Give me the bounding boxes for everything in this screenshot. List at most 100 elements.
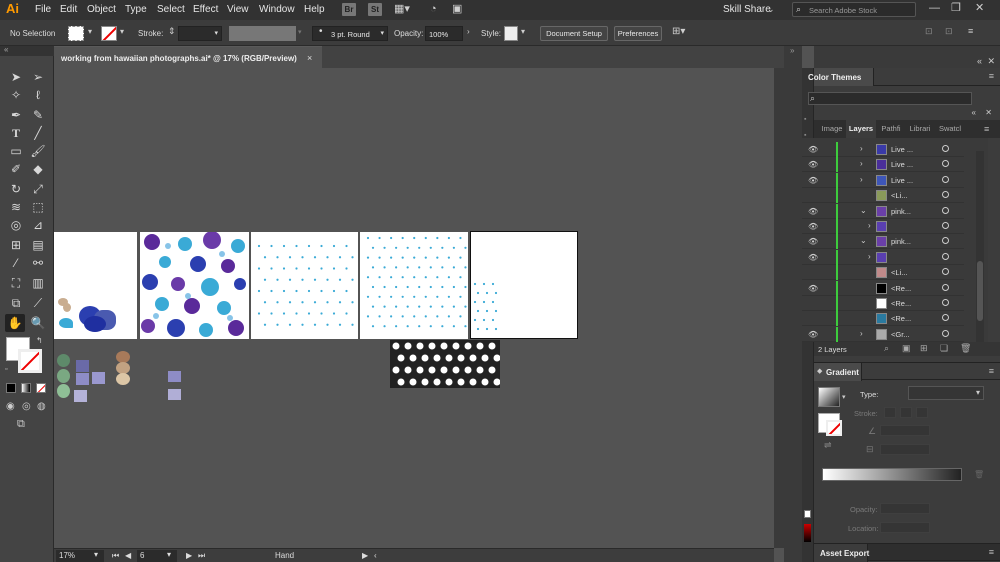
pen-tool-icon[interactable]: ✒: [6, 106, 26, 124]
type-tool-icon[interactable]: T: [6, 124, 26, 142]
target-circle-icon[interactable]: [942, 191, 949, 199]
menu-effect[interactable]: Effect: [193, 4, 218, 15]
new-layer-icon[interactable]: ❏: [940, 343, 948, 354]
eye-icon[interactable]: 👁: [808, 145, 818, 154]
gradient-preview-swatch[interactable]: [818, 387, 840, 407]
menu-type[interactable]: Type: [125, 4, 147, 15]
chevron-down-icon[interactable]: ▾: [842, 393, 846, 401]
variable-width-profile[interactable]: [229, 26, 296, 41]
tab-libraries[interactable]: Librari: [906, 120, 934, 138]
rotate-tool-icon[interactable]: ↻: [6, 180, 26, 198]
opacity-field[interactable]: 100%: [425, 26, 463, 41]
lavender-swatch[interactable]: [168, 371, 181, 382]
target-circle-icon[interactable]: [942, 222, 949, 229]
gradient-header[interactable]: ◆ Gradient ≡: [814, 362, 1000, 381]
artboard-tool-icon[interactable]: ⧉: [6, 294, 26, 312]
stroke-swatch[interactable]: [101, 26, 117, 41]
swatch-icon[interactable]: [804, 510, 811, 518]
last-artboard-icon[interactable]: ⏭: [198, 551, 205, 561]
zoom-tool-icon[interactable]: 🔍: [28, 314, 48, 332]
line-tool-icon[interactable]: ╱: [28, 124, 48, 142]
perspective-grid-tool-icon[interactable]: ⊿: [28, 216, 48, 234]
target-circle-icon[interactable]: [942, 299, 949, 306]
gpu-performance-icon[interactable]: ◔: [430, 4, 437, 15]
panel-menu-icon[interactable]: ≡: [989, 366, 994, 376]
delete-layer-icon[interactable]: 🗑: [960, 343, 971, 354]
document-setup-button[interactable]: Document Setup: [540, 26, 608, 41]
artboard-5-active[interactable]: [470, 231, 578, 339]
opacity-stop-field[interactable]: [880, 503, 930, 514]
layers-scrollbar[interactable]: [976, 151, 984, 343]
gradient-tool-icon[interactable]: ▤: [28, 236, 48, 254]
color-themes-search[interactable]: ⌕: [808, 92, 972, 105]
curvature-tool-icon[interactable]: ✎: [28, 106, 48, 124]
screen-mode-icon[interactable]: ⧉: [17, 418, 25, 431]
draw-normal-icon[interactable]: ◉: [6, 401, 15, 412]
slice-tool-icon[interactable]: ⟋: [28, 294, 48, 312]
target-circle-icon[interactable]: [942, 175, 949, 183]
target-circle-icon[interactable]: [942, 314, 949, 322]
search-stock-field[interactable]: ⌕ Search Adobe Stock: [792, 2, 916, 17]
collapse-icon[interactable]: «: [977, 56, 982, 66]
tab-swatches[interactable]: Swatcl: [936, 120, 964, 138]
color-mode-icon[interactable]: [6, 383, 16, 393]
tab-layers[interactable]: Layers: [846, 120, 876, 138]
scale-tool-icon[interactable]: ⤢: [28, 180, 48, 198]
shaper-tool-icon[interactable]: ✐: [6, 160, 26, 178]
lavender-swatch[interactable]: [92, 372, 105, 384]
tab-pathfinder[interactable]: Pathfi: [878, 120, 904, 138]
stroke-within-icon[interactable]: [884, 407, 896, 418]
stroke-weight-field[interactable]: ▾: [178, 26, 222, 41]
gradient-mode-icon[interactable]: [21, 383, 31, 393]
eye-icon[interactable]: 👁: [808, 330, 818, 339]
width-tool-icon[interactable]: ≋: [6, 198, 26, 216]
workspace-switcher[interactable]: Skill Share: [723, 4, 771, 15]
chevron-down-icon[interactable]: ⌄: [860, 236, 867, 245]
screen-mode-icon[interactable]: ▣: [452, 4, 462, 15]
previous-artboard-icon[interactable]: ◀: [125, 551, 131, 560]
preferences-button[interactable]: Preferences: [614, 26, 662, 41]
document-tab[interactable]: working from hawaiian photographs.ai* @ …: [54, 46, 322, 68]
target-circle-icon[interactable]: [942, 145, 949, 152]
collapse-icon[interactable]: «: [972, 108, 976, 117]
layer-row[interactable]: 👁 ›: [802, 249, 964, 265]
target-circle-icon[interactable]: [942, 252, 949, 260]
menu-help[interactable]: Help: [304, 4, 325, 15]
none-mode-icon[interactable]: [36, 383, 46, 393]
panel-icon[interactable]: ▪: [804, 116, 806, 123]
collapse-icon[interactable]: «: [4, 45, 8, 54]
chevron-right-icon[interactable]: ›: [860, 159, 863, 168]
eye-icon[interactable]: 👁: [808, 160, 818, 169]
lavender-swatch[interactable]: [168, 389, 181, 400]
arrange-documents-icon[interactable]: ▦▾: [394, 4, 410, 15]
close-tab-icon[interactable]: ×: [307, 53, 312, 63]
selection-tool-icon[interactable]: ➤: [6, 68, 26, 86]
arrange-icon[interactable]: ⊞▾: [672, 27, 685, 37]
transform-icon[interactable]: ⊡: [925, 27, 933, 36]
eyedropper-tool-icon[interactable]: ⁄: [6, 254, 26, 272]
layer-row[interactable]: 👁 › Live ...: [802, 142, 964, 157]
layer-row[interactable]: 👁 <Re...: [802, 280, 964, 296]
stroke-along-icon[interactable]: [900, 407, 912, 418]
chevron-right-icon[interactable]: ›: [868, 221, 871, 230]
reverse-gradient-icon[interactable]: ⇌: [824, 440, 832, 451]
stepper-icon[interactable]: ⇕: [168, 27, 176, 36]
angle-field[interactable]: [880, 425, 930, 436]
menu-view[interactable]: View: [227, 4, 249, 15]
menu-edit[interactable]: Edit: [60, 4, 77, 15]
chevron-down-icon[interactable]: ▾: [521, 28, 525, 36]
draw-inside-icon[interactable]: ◍: [37, 401, 46, 412]
panel-menu-icon[interactable]: ≡: [968, 27, 973, 36]
green-swatch[interactable]: [57, 369, 70, 383]
swap-colors-icon[interactable]: ↰: [36, 336, 43, 345]
bridge-button[interactable]: Br: [342, 3, 356, 16]
chevron-right-icon[interactable]: ›: [860, 144, 863, 153]
menu-object[interactable]: Object: [87, 4, 116, 15]
default-colors-icon[interactable]: ▫: [5, 366, 7, 373]
target-circle-icon[interactable]: [942, 160, 949, 168]
isolate-icon[interactable]: ⊡: [945, 27, 953, 36]
panel-menu-icon[interactable]: ≡: [984, 124, 989, 134]
layer-row[interactable]: <Li...: [802, 188, 964, 204]
menu-window[interactable]: Window: [259, 4, 295, 15]
gradient-type-dropdown[interactable]: ▾: [908, 386, 984, 400]
